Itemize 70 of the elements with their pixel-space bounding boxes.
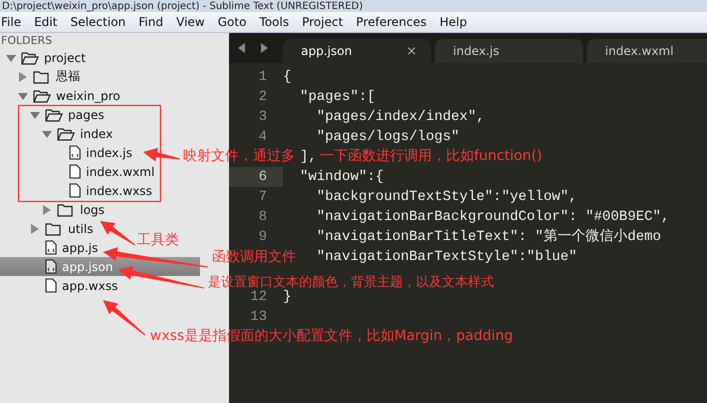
code-line: {	[283, 69, 292, 85]
line-number: 7	[258, 189, 267, 205]
code-line: "navigationBarTextStyle":"blue"	[316, 249, 578, 265]
line-number: 8	[258, 209, 267, 225]
code-line: "navigationBarBackgroundColor": "#00B9EC",	[316, 209, 670, 225]
tab[interactable]: app.json ×	[283, 39, 431, 63]
code-file-icon	[45, 259, 57, 274]
file-icon	[69, 164, 81, 179]
line-number: 2	[258, 89, 267, 105]
folder-icon	[33, 70, 51, 84]
file-icon	[69, 183, 81, 198]
sidebar-header: FOLDERS	[1, 34, 52, 47]
window-title: D:\project\weixin_pro\app.json (project) - Sublime Text (UNREGISTERED)	[2, 1, 363, 12]
code-line: "window":{	[300, 169, 384, 185]
tree-item[interactable]: index.wxml	[0, 162, 159, 181]
tree-item[interactable]: index.wxss	[0, 181, 156, 200]
tree-item[interactable]: weixin_pro	[0, 86, 124, 105]
menu-item[interactable]: Find	[132, 15, 170, 29]
code-line: ],	[300, 149, 317, 165]
open-folder-icon	[45, 108, 63, 122]
annotation-text: 工具类	[137, 233, 179, 248]
arrow-drawing	[143, 148, 180, 162]
menu-item[interactable]: File	[0, 15, 28, 29]
expanded-arrow-icon[interactable]	[6, 52, 16, 62]
tab[interactable]: index.wxml	[587, 39, 707, 63]
open-folder-icon	[33, 88, 51, 102]
code-line: "pages/index/index",	[316, 109, 485, 125]
code-file-icon	[69, 145, 81, 160]
tab[interactable]: index.js	[435, 39, 583, 63]
menu-item[interactable]: Help	[434, 15, 474, 29]
folder-icon	[45, 222, 63, 236]
line-number: 3	[258, 109, 267, 125]
tree-item[interactable]: app.js	[0, 238, 102, 257]
tree-item[interactable]: pages	[0, 105, 108, 124]
line-number: 1	[258, 69, 267, 85]
menu-item[interactable]: Preferences	[350, 15, 434, 29]
menu-item[interactable]: Tools	[253, 15, 296, 29]
menu-item[interactable]: Selection	[64, 15, 133, 29]
line-number: 9	[258, 229, 267, 245]
collapsed-arrow-icon[interactable]	[18, 72, 28, 82]
code-line: "navigationBarTitleText": "第一个微信小demo	[316, 229, 662, 245]
menu-item[interactable]: Project	[296, 15, 350, 29]
open-folder-icon	[21, 50, 39, 64]
tree-item[interactable]: index.js	[0, 143, 136, 162]
open-folder-icon	[57, 126, 75, 140]
tree-item[interactable]: utils	[0, 219, 98, 238]
menu-item[interactable]: Goto	[212, 15, 254, 29]
line-number: 13	[250, 309, 267, 325]
code-line: "backgroundTextStyle":"yellow",	[316, 189, 578, 205]
tree-item[interactable]: 恩福	[0, 67, 84, 86]
tree-item[interactable]: app.json	[0, 257, 200, 276]
annotation-text: 一下函数进行调用，比如function()	[320, 149, 542, 164]
tree-item[interactable]: project	[0, 48, 90, 67]
code-line: }	[283, 289, 292, 305]
code-line: "pages":[	[300, 89, 376, 105]
file-icon	[45, 278, 57, 293]
arrow-drawing	[100, 221, 136, 246]
folder-icon	[57, 202, 75, 216]
code-file-icon	[45, 240, 57, 255]
code-line: "pages/logs/logs"	[316, 129, 460, 145]
tree-item[interactable]: index	[0, 124, 117, 143]
menu-item[interactable]: Edit	[28, 15, 64, 29]
close-icon[interactable]: ×	[406, 44, 417, 58]
arrow-drawing	[103, 300, 146, 336]
line-number: 12	[250, 289, 267, 305]
menu-item[interactable]: View	[170, 15, 212, 29]
line-number: 4	[258, 129, 267, 145]
line-number: 6	[258, 169, 267, 185]
tree-item[interactable]: app.wxss	[0, 276, 122, 295]
tree-item[interactable]: logs	[0, 200, 109, 219]
